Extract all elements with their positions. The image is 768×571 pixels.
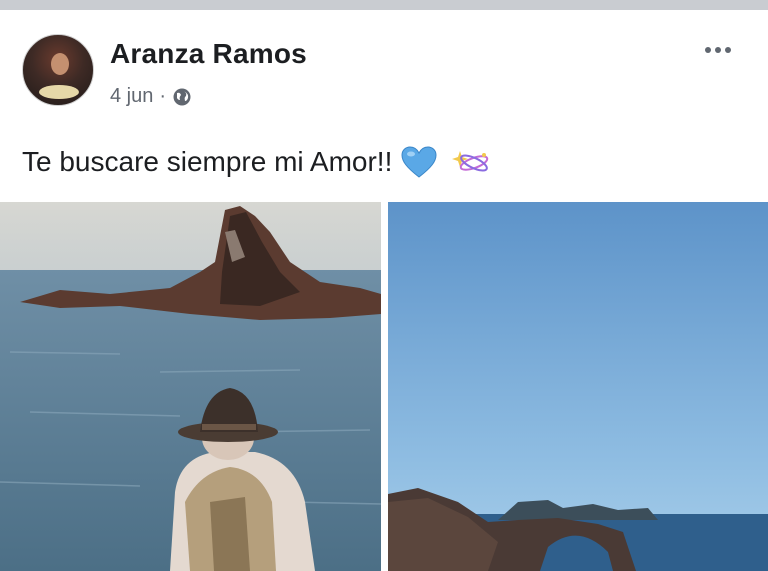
post-photo-right[interactable] <box>388 202 768 571</box>
post-date[interactable]: 4 jun <box>110 85 153 108</box>
post-meta: 4 jun · <box>110 85 192 108</box>
avatar[interactable] <box>22 34 94 106</box>
feed-divider <box>0 0 768 10</box>
blue-heart-icon <box>400 145 438 179</box>
globe-icon <box>172 87 192 107</box>
post-text: Te buscare siempre mi Amor!! <box>22 146 393 177</box>
post-card: Aranza Ramos 4 jun · Te buscare siempre … <box>0 10 768 571</box>
more-options-icon[interactable] <box>698 38 738 62</box>
post-author[interactable]: Aranza Ramos <box>110 38 307 70</box>
post-text-row: Te buscare siempre mi Amor!! <box>22 145 492 179</box>
post-photo-left[interactable] <box>0 202 381 571</box>
sparkle-icon <box>446 145 492 179</box>
meta-separator: · <box>159 85 167 107</box>
